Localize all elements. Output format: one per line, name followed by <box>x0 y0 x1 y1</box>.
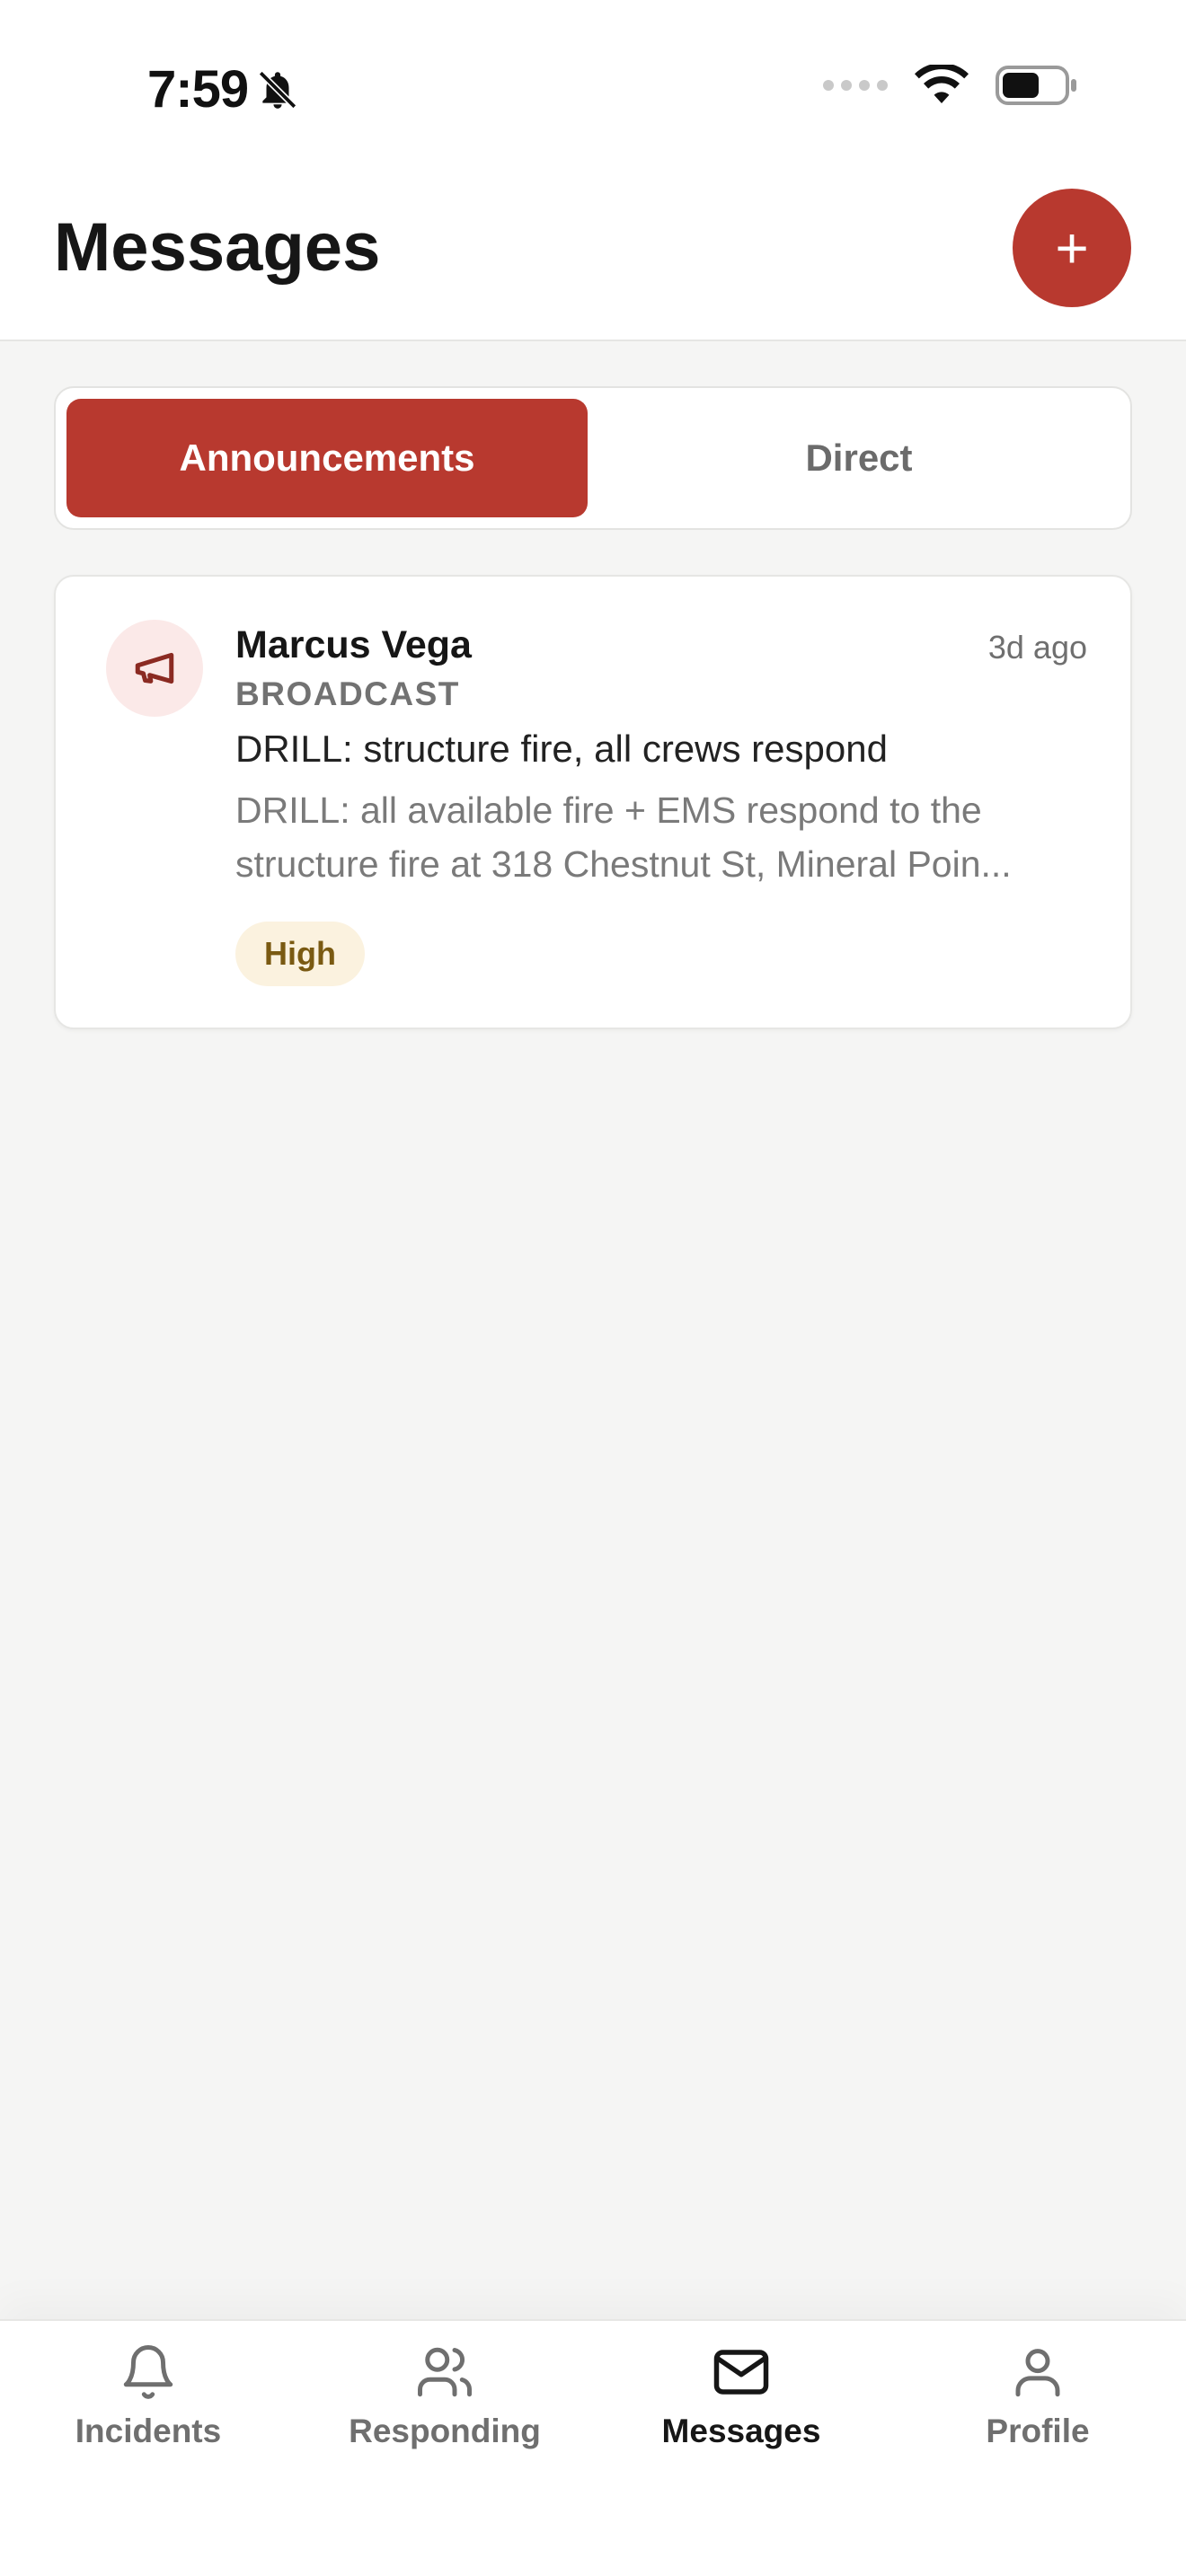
nav-label: Responding <box>349 2413 541 2449</box>
bell-icon <box>123 2345 173 2399</box>
priority-badge: High <box>235 922 365 986</box>
nav-item-incidents[interactable]: Incidents <box>0 2342 296 2477</box>
signal-icon <box>823 80 888 91</box>
user-icon <box>1015 2349 1060 2397</box>
compose-button[interactable]: + <box>1013 189 1131 307</box>
message-type-label: BROADCAST <box>235 675 460 712</box>
bottom-nav: Incidents Responding Messages Profile <box>0 2319 1186 2576</box>
users-icon <box>418 2347 472 2397</box>
message-sender: Marcus Vega <box>235 623 472 666</box>
bell-slash-icon <box>258 70 297 109</box>
nav-label: Incidents <box>75 2413 222 2449</box>
nav-item-messages[interactable]: Messages <box>593 2342 890 2477</box>
top-bar: 7:59 Messages + <box>0 0 1186 341</box>
message-type-tabs: Announcements Direct <box>54 386 1132 530</box>
wifi-icon <box>915 65 969 103</box>
status-bar-right <box>823 65 1078 106</box>
nav-item-responding[interactable]: Responding <box>296 2342 593 2477</box>
message-card[interactable]: Marcus Vega 3d ago BROADCAST DRILL: stru… <box>54 575 1132 1029</box>
megaphone-icon <box>135 652 174 684</box>
message-time: 3d ago <box>987 629 1087 666</box>
battery-icon <box>996 66 1076 105</box>
page-title: Messages <box>54 209 381 286</box>
nav-label: Profile <box>986 2413 1090 2449</box>
tab-direct[interactable]: Direct <box>598 399 1120 517</box>
mail-icon <box>713 2350 769 2395</box>
nav-label: Messages <box>661 2413 821 2449</box>
message-subject: DRILL: structure fire, all crews respond <box>235 728 888 770</box>
status-bar-time: 7:59 <box>147 59 300 119</box>
clock-text: 7:59 <box>147 60 249 119</box>
tab-announcements[interactable]: Announcements <box>66 399 588 517</box>
message-preview: DRILL: all available fire + EMS respond … <box>235 790 1012 885</box>
messages-screen: 7:59 Messages + Announcements Direct Mar… <box>0 0 1186 2576</box>
nav-item-profile[interactable]: Profile <box>890 2342 1186 2477</box>
avatar <box>106 620 203 717</box>
